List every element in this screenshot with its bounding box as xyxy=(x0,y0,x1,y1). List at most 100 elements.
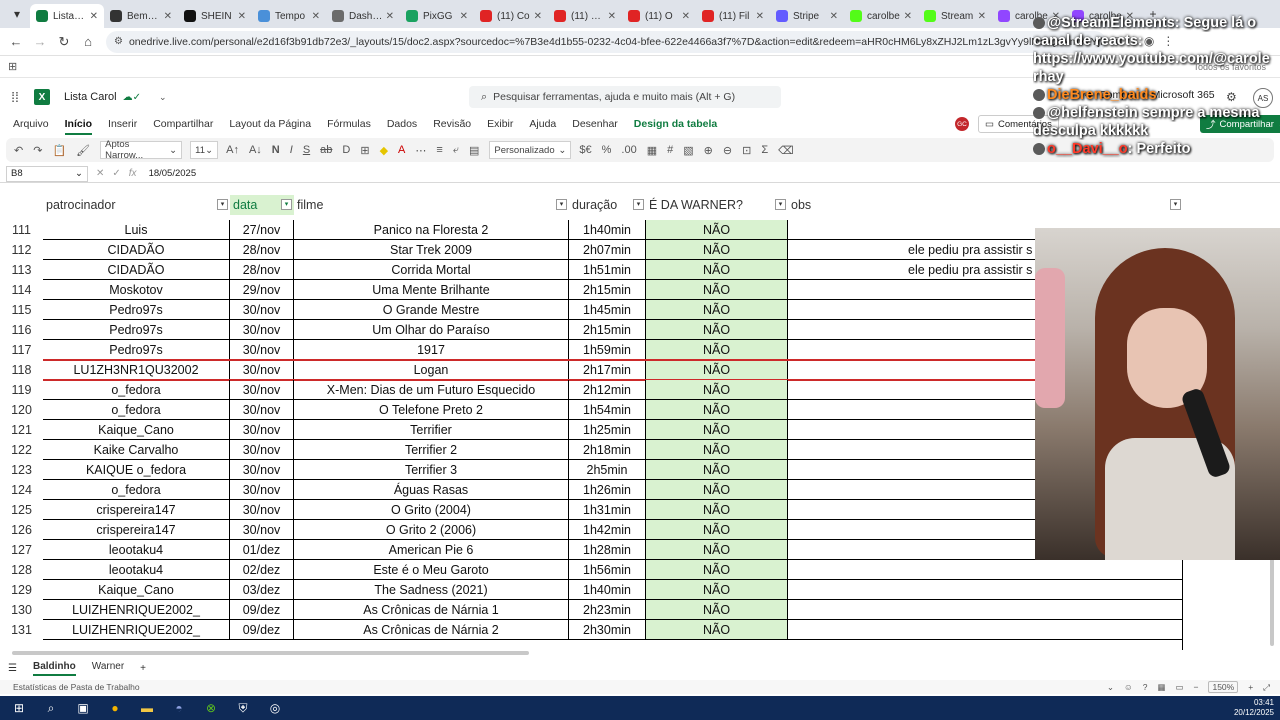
increase-font-icon[interactable]: A↑ xyxy=(226,144,239,156)
chevron-down-icon[interactable]: ⌄ xyxy=(1107,682,1114,693)
format-painter-icon[interactable]: 🖌 xyxy=(76,144,90,157)
cell-filme[interactable]: Corrida Mortal xyxy=(294,260,569,280)
row-number[interactable]: 128 xyxy=(0,560,43,580)
browser-tab[interactable]: (11) Fil ✕ xyxy=(696,4,770,28)
cell-warner[interactable]: NÃO xyxy=(646,580,788,600)
row-number[interactable]: 113 xyxy=(0,260,43,280)
close-icon[interactable]: ✕ xyxy=(978,11,986,22)
delete-cells-icon[interactable]: ⊖ xyxy=(723,144,732,157)
fx-icon[interactable]: fx xyxy=(129,168,137,179)
column-header-duracao[interactable]: duração ▾ xyxy=(569,195,646,215)
cell-warner[interactable]: NÃO xyxy=(646,480,788,500)
xbox-icon[interactable]: ⊗ xyxy=(198,698,224,718)
cell-warner[interactable]: NÃO xyxy=(646,460,788,480)
ribbon-tab[interactable]: Revisão xyxy=(433,118,471,130)
font-name-select[interactable]: Aptos Narrow... ⌄ xyxy=(100,139,183,161)
confirm-icon[interactable]: ✓ xyxy=(112,168,120,179)
bold-icon[interactable]: N xyxy=(272,144,280,156)
cell-patrocinador[interactable]: leootaku4 xyxy=(43,560,230,580)
cell-duracao[interactable]: 1h56min xyxy=(569,560,646,580)
cell-filme[interactable]: As Crônicas de Nárnia 1 xyxy=(294,600,569,620)
row-number[interactable]: 130 xyxy=(0,600,43,620)
row-number[interactable]: 129 xyxy=(0,580,43,600)
row-number[interactable]: 122 xyxy=(0,440,43,460)
formula-input[interactable]: 18/05/2025 xyxy=(149,168,197,179)
cell-patrocinador[interactable]: LUIZHENRIQUE2002_ xyxy=(43,600,230,620)
row-number[interactable]: 120 xyxy=(0,400,43,420)
cell-filme[interactable]: O Telefone Preto 2 xyxy=(294,400,569,420)
cell-data[interactable]: 29/nov xyxy=(230,280,294,300)
underline-icon[interactable]: S xyxy=(303,144,310,156)
undo-icon[interactable]: ↶ xyxy=(14,144,23,157)
cell-filme[interactable]: Águas Rasas xyxy=(294,480,569,500)
autosum-icon[interactable]: Σ xyxy=(761,144,768,156)
browser-tab[interactable]: Dashboard✕ xyxy=(326,4,400,28)
cell-filme[interactable]: Terrifier xyxy=(294,420,569,440)
filter-dropdown-icon[interactable]: ▾ xyxy=(633,199,644,210)
ribbon-tab[interactable]: Ajuda xyxy=(529,118,556,130)
cell-data[interactable]: 30/nov xyxy=(230,300,294,320)
cell-patrocinador[interactable]: Luis xyxy=(43,220,230,240)
browser-tab[interactable]: PixGG ✕ xyxy=(400,4,474,28)
close-icon[interactable]: ✕ xyxy=(90,11,98,22)
cell-patrocinador[interactable]: Kaike Carvalho xyxy=(43,440,230,460)
reload-icon[interactable]: ↻ xyxy=(52,30,76,54)
browser-tab[interactable]: SHEIN ✕ xyxy=(178,4,252,28)
cell-duracao[interactable]: 2h12min xyxy=(569,380,646,400)
cell-patrocinador[interactable]: Kaique_Cano xyxy=(43,580,230,600)
cell-patrocinador[interactable]: LU1ZH3NR1QU32002 xyxy=(43,360,230,380)
row-number[interactable]: 114 xyxy=(0,280,43,300)
cell-duracao[interactable]: 1h59min xyxy=(569,340,646,360)
paste-icon[interactable]: 📋 xyxy=(52,144,66,157)
cell-warner[interactable]: NÃO xyxy=(646,300,788,320)
ribbon-tab[interactable]: Layout da Página xyxy=(229,118,311,130)
forward-icon[interactable]: → xyxy=(28,30,52,54)
row-number[interactable]: 112 xyxy=(0,240,43,260)
ribbon-tab[interactable]: Design da tabela xyxy=(634,118,717,130)
close-icon[interactable]: ✕ xyxy=(238,11,246,22)
format-cells-icon[interactable]: ⊡ xyxy=(742,144,751,157)
cell-patrocinador[interactable]: crispereira147 xyxy=(43,500,230,520)
ribbon-tab[interactable]: Fórmulas xyxy=(327,118,371,130)
browser-tab[interactable]: Stripe ✕ xyxy=(770,4,844,28)
cell-warner[interactable]: NÃO xyxy=(646,360,788,380)
cell-filme[interactable]: The Sadness (2021) xyxy=(294,580,569,600)
cell-warner[interactable]: NÃO xyxy=(646,540,788,560)
cell-data[interactable]: 30/nov xyxy=(230,320,294,340)
add-sheet-icon[interactable]: + xyxy=(140,663,146,674)
cell-patrocinador[interactable]: leootaku4 xyxy=(43,540,230,560)
close-icon[interactable]: ✕ xyxy=(312,11,320,22)
browser-tab[interactable]: (11) O ✕ xyxy=(622,4,696,28)
cell-warner[interactable]: NÃO xyxy=(646,520,788,540)
cell-patrocinador[interactable]: crispereira147 xyxy=(43,520,230,540)
row-number[interactable]: 111 xyxy=(0,220,43,240)
cell-duracao[interactable]: 1h31min xyxy=(569,500,646,520)
font-size-select[interactable]: 11 ⌄ xyxy=(190,141,219,159)
cell-data[interactable]: 09/dez xyxy=(230,600,294,620)
scroll-thumb[interactable] xyxy=(12,651,529,655)
cell-warner[interactable]: NÃO xyxy=(646,400,788,420)
row-number[interactable]: 126 xyxy=(0,520,43,540)
cell-duracao[interactable]: 1h51min xyxy=(569,260,646,280)
row-number[interactable]: 127 xyxy=(0,540,43,560)
discord-icon[interactable]: ◓ xyxy=(166,698,192,718)
cell-filme[interactable]: X-Men: Dias de um Futuro Esquecido xyxy=(294,380,569,400)
close-icon[interactable]: ✕ xyxy=(830,11,838,22)
filter-dropdown-icon[interactable]: ▾ xyxy=(281,199,292,210)
cell-warner[interactable]: NÃO xyxy=(646,320,788,340)
cell-duracao[interactable]: 2h30min xyxy=(569,620,646,640)
close-icon[interactable]: ✕ xyxy=(756,11,764,22)
column-header-warner[interactable]: É DA WARNER? ▾ xyxy=(646,195,788,215)
close-icon[interactable]: ✕ xyxy=(904,11,912,22)
row-number[interactable]: 118 xyxy=(0,360,43,380)
cell-duracao[interactable]: 1h28min xyxy=(569,540,646,560)
browser-tab[interactable]: (11) CO ✕ xyxy=(548,4,622,28)
cell-duracao[interactable]: 1h25min xyxy=(569,420,646,440)
ribbon-tab[interactable]: Arquivo xyxy=(13,118,49,130)
zoom-in-icon[interactable]: + xyxy=(1248,682,1253,692)
filter-dropdown-icon[interactable]: ▾ xyxy=(217,199,228,210)
conditional-format-icon[interactable]: ▦ xyxy=(647,144,657,157)
page-view-icon[interactable]: ▭ xyxy=(1175,682,1183,693)
format-table-icon[interactable]: # xyxy=(667,144,673,156)
cell-filme[interactable]: O Grito 2 (2006) xyxy=(294,520,569,540)
